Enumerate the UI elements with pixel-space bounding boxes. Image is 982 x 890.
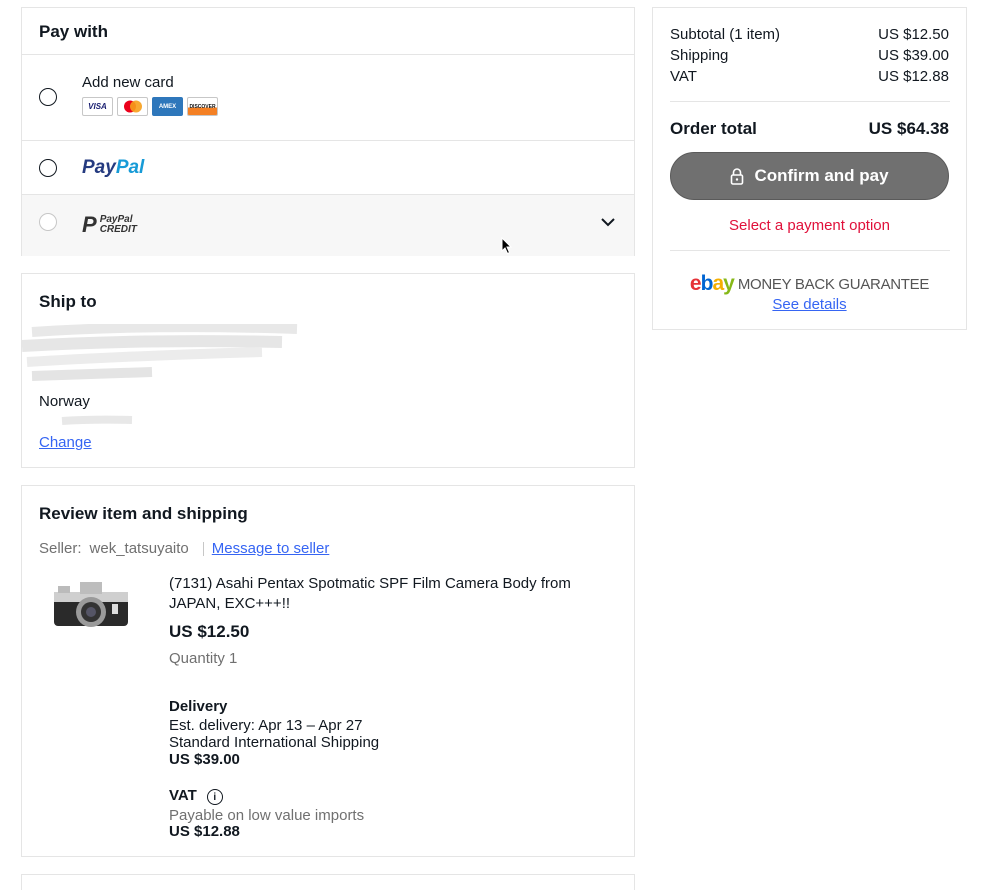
add-card-label: Add new card [82,74,174,91]
vat-label: VAT [670,68,697,85]
item-price: US $12.50 [169,622,250,641]
ship-country: Norway [39,393,90,410]
ship-to-title: Ship to [39,292,97,311]
vat-value: US $12.88 [878,68,949,85]
divider [670,250,950,251]
payment-option-paypal[interactable]: PayPal [22,141,634,195]
see-details-link[interactable]: See details [653,296,966,313]
cursor-icon [501,237,513,255]
vat-note: Payable on low value imports [169,807,365,824]
payment-panel: Pay with Add new card VISA AMEX DISCOVER… [21,7,635,256]
next-panel [21,874,635,890]
card-radio[interactable] [39,88,57,106]
vat-price: US $12.88 [169,823,240,840]
paypal-logo: PayPal [82,157,145,178]
order-total-row: Order total US $64.38 [670,119,949,139]
payment-option-paypal-credit[interactable]: P PayPal CREDIT [22,195,634,256]
visa-logo: VISA [82,97,113,116]
paypal-credit-radio[interactable] [39,213,57,231]
divider [670,101,950,102]
amex-logo: AMEX [152,97,183,116]
shipping-row: Shipping US $39.00 [670,47,949,64]
ebay-logo: ebay [689,272,735,295]
vat-heading: VAT [169,787,197,804]
select-payment-message: Select a payment option [729,217,890,234]
guarantee-text: MONEY BACK GUARANTEE [737,275,930,293]
seller-label: Seller: [39,540,82,557]
seller-line: Seller: wek_tatsuyaito Message to seller [39,540,329,557]
ship-to-panel: Ship to Norway Change [21,273,635,468]
item-quantity: Quantity 1 [169,650,238,667]
divider [202,541,204,556]
message-seller-link[interactable]: Message to seller [212,540,330,557]
subtotal-value: US $12.50 [878,26,949,43]
seller-name: wek_tatsuyaito [89,540,189,557]
shipping-label: Shipping [670,47,729,64]
order-total-label: Order total [670,119,757,138]
change-address-link[interactable]: Change [39,434,92,451]
review-title: Review item and shipping [39,504,248,523]
chevron-down-icon[interactable] [599,213,617,231]
redaction-scribble [21,324,298,425]
paypal-credit-logo: P PayPal CREDIT [82,212,137,237]
vat-row: VAT US $12.88 [670,68,949,85]
subtotal-row: Subtotal (1 item) US $12.50 [670,26,949,43]
card-logos: VISA AMEX DISCOVER [82,97,218,116]
paypal-radio[interactable] [39,159,57,177]
lock-icon [731,167,744,185]
order-total-value: US $64.38 [868,119,949,138]
review-panel: Review item and shipping Seller: wek_tat… [21,485,635,857]
confirm-and-pay-button[interactable]: Confirm and pay [670,152,949,200]
vat-heading-row: VAT i [169,786,223,805]
info-icon[interactable]: i [206,789,223,805]
delivery-price: US $39.00 [169,751,240,768]
discover-logo: DISCOVER [187,97,218,116]
delivery-method: Standard International Shipping [169,734,380,751]
mastercard-logo [117,97,148,116]
confirm-button-label: Confirm and pay [754,166,889,185]
payment-title: Pay with [22,8,634,55]
payment-option-card[interactable]: Add new card VISA AMEX DISCOVER [22,55,634,141]
delivery-estimate: Est. delivery: Apr 13 – Apr 27 [169,717,363,734]
delivery-heading: Delivery [169,698,228,715]
subtotal-label: Subtotal (1 item) [670,26,781,43]
order-summary-panel: Subtotal (1 item) US $12.50 Shipping US … [652,7,967,330]
shipping-value: US $39.00 [878,47,949,64]
item-title[interactable]: (7131) Asahi Pentax Spotmatic SPF Film C… [169,574,589,614]
camera-image[interactable] [50,576,132,638]
money-back-guarantee: ebay MONEY BACK GUARANTEE [653,272,966,296]
